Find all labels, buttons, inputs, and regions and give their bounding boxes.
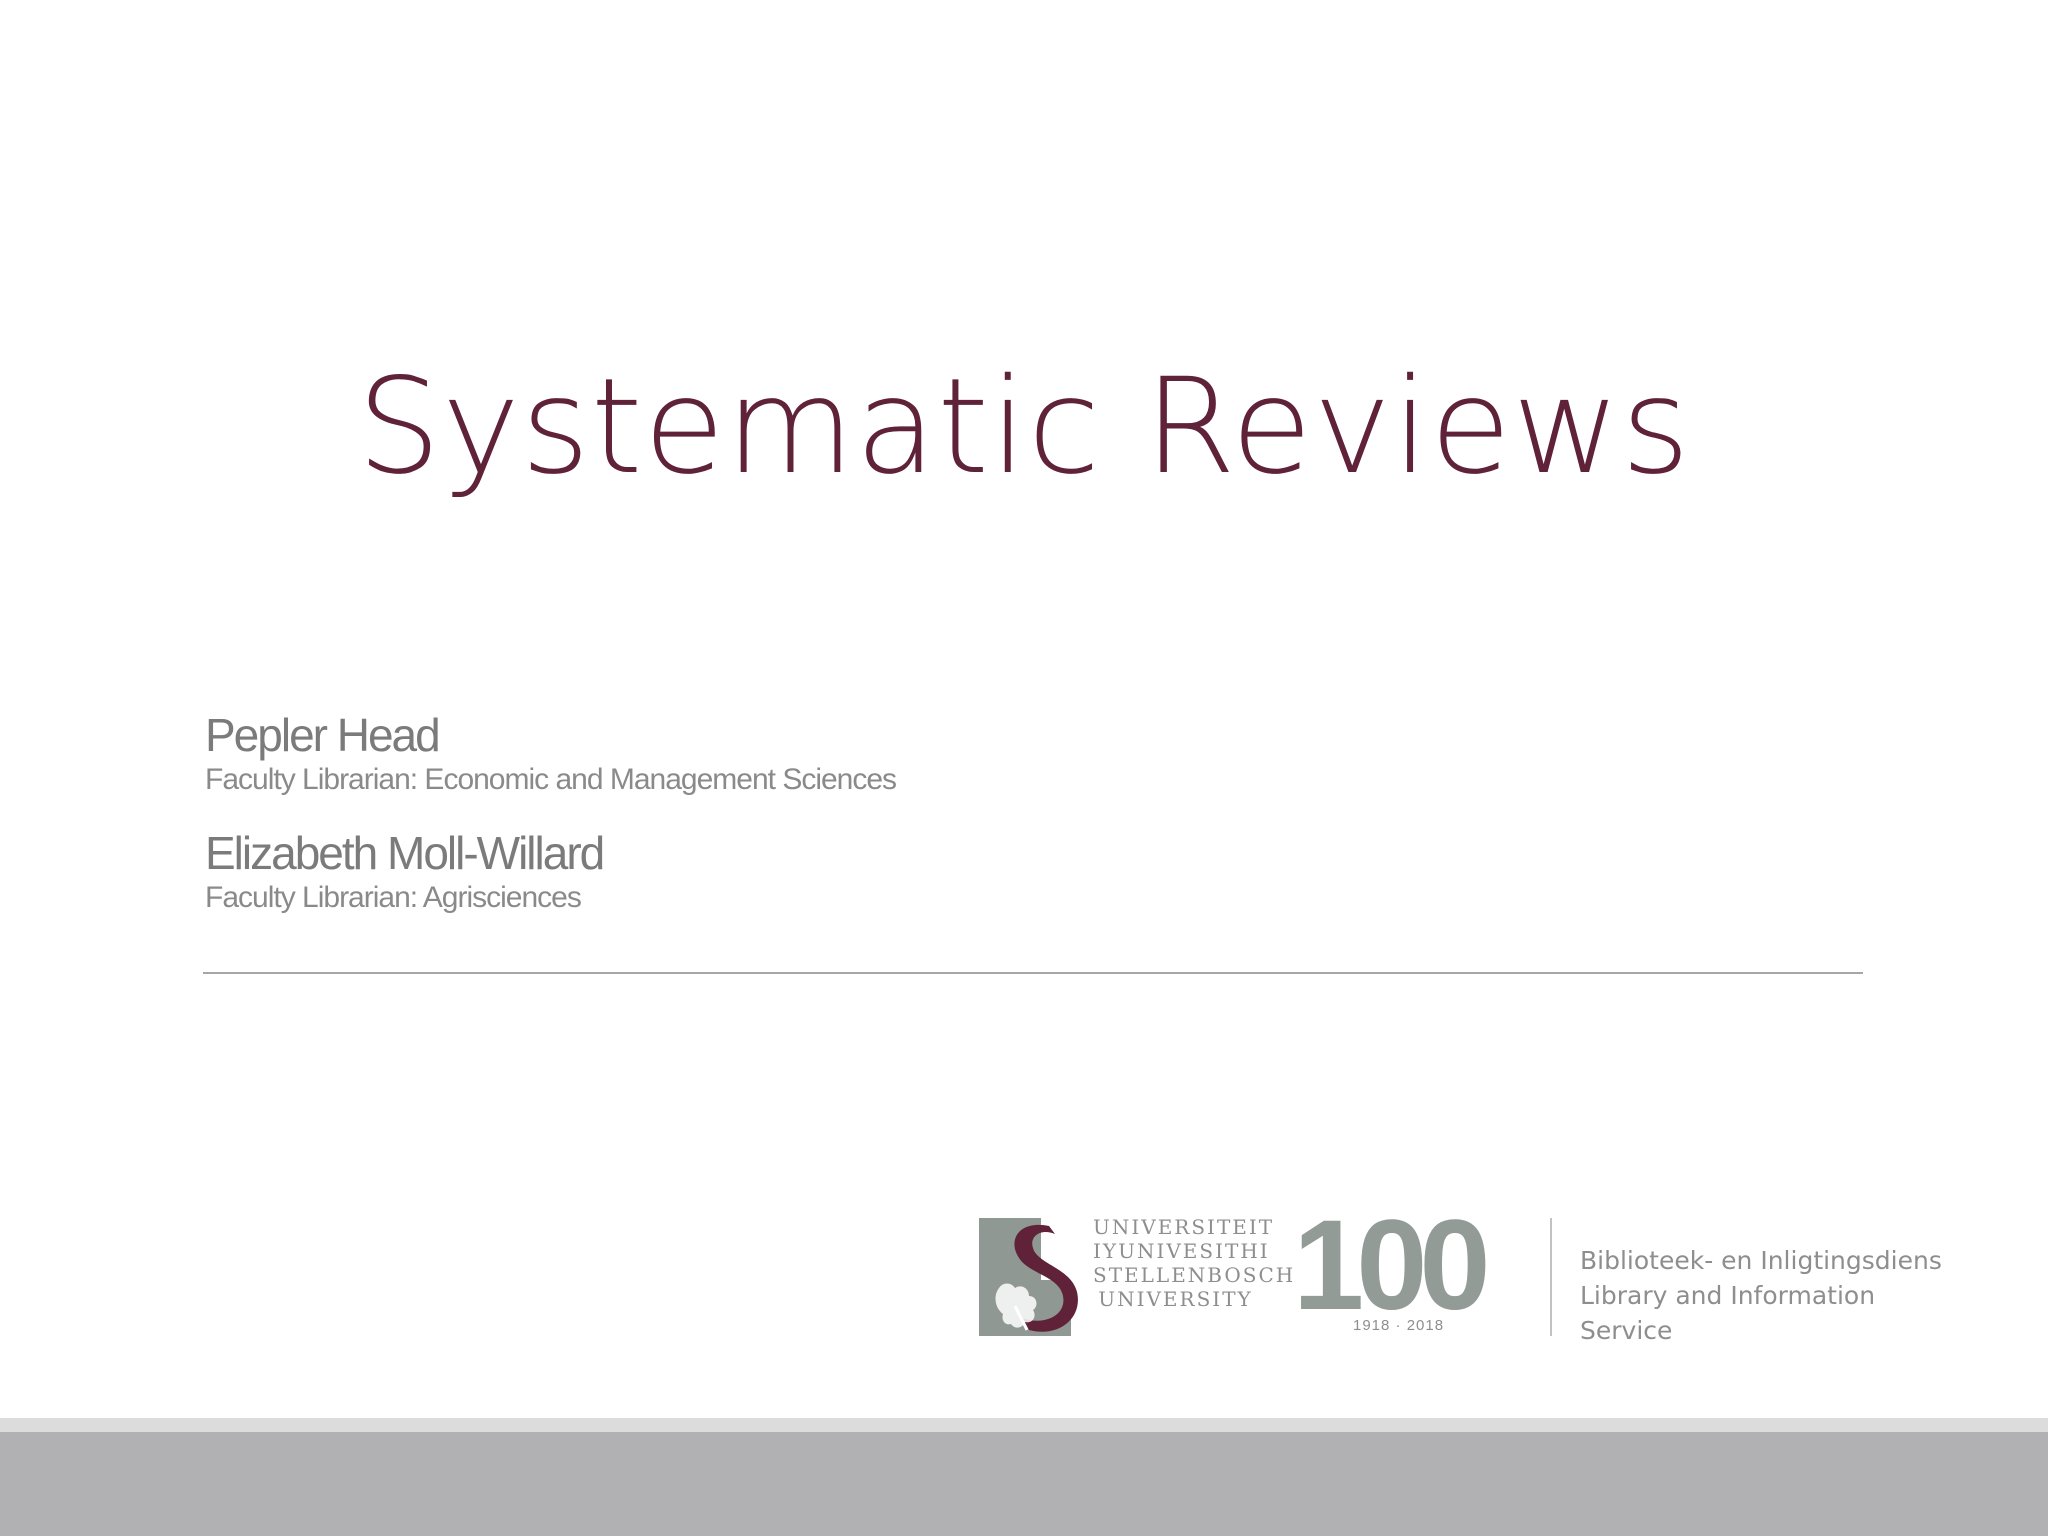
stellenbosch-crest-icon [979, 1218, 1083, 1336]
university-line: UNIVERSITEIT [1093, 1215, 1275, 1239]
footer-band [0, 1432, 2048, 1536]
slide-title: Systematic Reviews [357, 350, 1691, 504]
presenter-list: Pepler Head Faculty Librarian: Economic … [205, 708, 1405, 944]
university-line: UNIVERSITY [1098, 1287, 1253, 1311]
presenter-name: Pepler Head [205, 709, 441, 761]
presenter-item: Elizabeth Moll-Willard Faculty Librarian… [205, 826, 1405, 916]
presenter-item: Pepler Head Faculty Librarian: Economic … [205, 708, 1405, 798]
centenary-mark: 100 1918 · 2018 [1293, 1201, 1493, 1340]
service-line: Library and Information Service [1580, 1281, 1876, 1345]
university-line: IYUNIVESITHI [1093, 1239, 1270, 1263]
service-line: Biblioteek- en Inligtingsdiens [1580, 1246, 1942, 1275]
presenter-name: Elizabeth Moll-Willard [205, 827, 605, 879]
presenter-role: Faculty Librarian: Agrisciences [205, 881, 582, 914]
horizontal-divider [203, 972, 1863, 974]
presenter-role: Faculty Librarian: Economic and Manageme… [205, 763, 897, 796]
logo-divider [1550, 1218, 1552, 1336]
slide: Systematic Reviews Pepler Head Faculty L… [0, 0, 2048, 1536]
footer-highlight [0, 1418, 2048, 1432]
centenary-number: 100 [1293, 1194, 1491, 1337]
university-line: STELLENBOSCH [1093, 1263, 1296, 1287]
university-logo: UNIVERSITEIT IYUNIVESITHI STELLENBOSCH U… [975, 1201, 1975, 1345]
library-service-name: Biblioteek- en Inligtingsdiens Library a… [1580, 1243, 1975, 1348]
centenary-years: 1918 · 2018 [1353, 1317, 1445, 1334]
university-name: UNIVERSITEIT IYUNIVESITHI STELLENBOSCH U… [1093, 1215, 1296, 1311]
